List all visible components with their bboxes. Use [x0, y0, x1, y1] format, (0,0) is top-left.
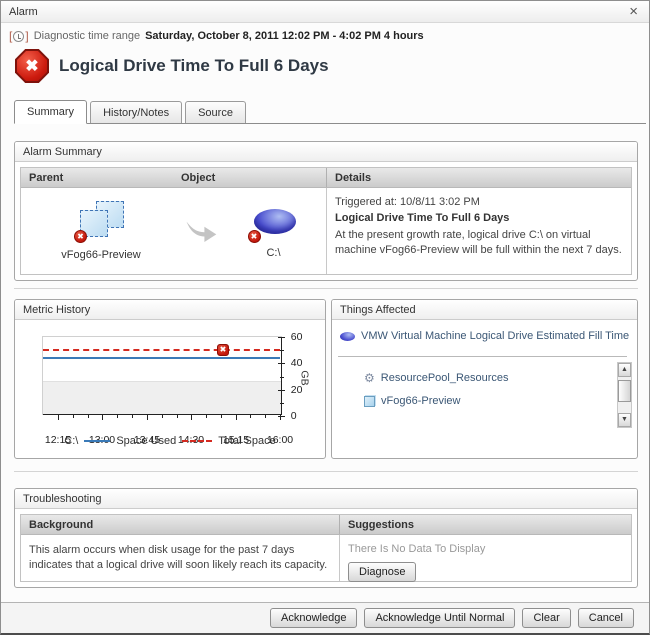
y-axis-unit-label: GB [299, 370, 311, 385]
chart-legend: C:\ Space Used Total Space [15, 435, 325, 447]
logical-drive-icon: ✖ [249, 203, 299, 243]
triggered-at-text: Triggered at: 10/8/11 3:02 PM [335, 196, 623, 208]
virtual-machine-preview-icon: ✖ [76, 201, 126, 245]
window-title: Alarm [9, 6, 38, 18]
page-title: Logical Drive Time To Full 6 Days [59, 56, 329, 76]
scroll-down-icon[interactable]: ▼ [618, 413, 631, 427]
alarm-severity-icon: ✖ [15, 49, 49, 83]
tab-source[interactable]: Source [185, 101, 246, 123]
scroll-up-icon[interactable]: ▲ [618, 363, 631, 377]
troubleshooting-table: Background Suggestions This alarm occurs… [20, 514, 632, 582]
title-bar: Alarm × [1, 1, 649, 23]
alarm-dialog: Alarm × Diagnostic time range Saturday, … [0, 0, 650, 635]
alarm-heading: ✖ Logical Drive Time To Full 6 Days [15, 49, 329, 83]
clock-icon [9, 29, 29, 43]
rule-name-text: Logical Drive Time To Full 6 Days [335, 212, 623, 224]
y-tick-label: 60 [291, 331, 303, 343]
tab-history-notes[interactable]: History/Notes [90, 101, 182, 123]
cancel-button[interactable]: Cancel [578, 608, 634, 628]
troubleshooting-header-row: Background Suggestions [21, 515, 631, 535]
things-affected-title: Things Affected [332, 300, 637, 320]
diagnostic-time-range: Diagnostic time range Saturday, October … [9, 29, 424, 43]
section-divider [14, 471, 638, 472]
tab-bar: Summary History/Notes Source [14, 100, 646, 124]
footer-button-bar: Acknowledge Acknowledge Until Normal Cle… [1, 603, 649, 633]
error-badge-icon: ✖ [248, 230, 261, 243]
acknowledge-until-normal-button[interactable]: Acknowledge Until Normal [364, 608, 515, 628]
y-tick-label: 40 [291, 357, 303, 369]
y-tick-label: 20 [291, 384, 303, 396]
resource-pool-icon: ⚙ [364, 372, 375, 384]
legend-metric-prefix: C:\ [64, 435, 78, 447]
object-cell[interactable]: ✖ C:\ [221, 188, 326, 274]
alarm-description-text: At the present growth rate, logical driv… [335, 228, 623, 258]
troubleshooting-panel: Troubleshooting Background Suggestions T… [14, 488, 638, 588]
y-tick-label: 0 [291, 410, 297, 422]
parent-cell[interactable]: ✖ vFog66-Preview [21, 188, 181, 274]
column-header-background: Background [21, 519, 339, 531]
space-used-line-sample [84, 440, 110, 442]
diagnostic-label: Diagnostic time range [34, 30, 140, 42]
alarm-summary-table: Parent Object Details ✖ vFog66-Preview [20, 167, 632, 275]
background-text: This alarm occurs when disk usage for th… [21, 535, 339, 581]
parent-label: vFog66-Preview [61, 249, 140, 261]
parent-to-object-arrow-icon [181, 188, 221, 274]
alarm-marker-icon[interactable]: ✖ [217, 344, 229, 356]
total-space-line [43, 349, 280, 351]
legend-space-used: Space Used [116, 435, 176, 447]
column-header-object: Object [181, 172, 326, 184]
metric-history-chart: 60 40 20 0 ✖ 12:15 13:00 13:45 14:30 15:… [15, 320, 325, 458]
acknowledge-button[interactable]: Acknowledge [270, 608, 357, 628]
total-space-line-sample [182, 440, 212, 442]
chart-plot-area: 60 40 20 0 ✖ 12:15 13:00 13:45 14:30 15:… [42, 336, 282, 415]
close-icon[interactable]: × [626, 5, 641, 19]
metric-history-title: Metric History [15, 300, 325, 320]
logical-drive-icon [340, 332, 355, 341]
legend-total-space: Total Space [218, 435, 275, 447]
column-header-details: Details [326, 168, 631, 187]
alarm-summary-panel: Alarm Summary Parent Object Details ✖ vF… [14, 141, 638, 281]
metric-history-panel: Metric History 60 40 [14, 299, 326, 459]
details-cell: Triggered at: 10/8/11 3:02 PM Logical Dr… [326, 188, 631, 274]
alarm-summary-title: Alarm Summary [15, 142, 637, 162]
diagnose-button[interactable]: Diagnose [348, 562, 416, 582]
root-item-label: VMW Virtual Machine Logical Drive Estima… [361, 330, 629, 342]
scrollbar[interactable]: ▲ ▼ [617, 362, 632, 428]
things-affected-panel: Things Affected VMW Virtual Machine Logi… [331, 299, 638, 459]
alarm-summary-row: ✖ vFog66-Preview ✖ C:\ Triggered at: 10/… [21, 188, 631, 274]
scrollbar-thumb[interactable] [618, 380, 631, 402]
clear-button[interactable]: Clear [522, 608, 570, 628]
list-item-label: vFog66-Preview [381, 395, 460, 407]
list-item-label: ResourcePool_Resources [381, 372, 509, 384]
object-label: C:\ [266, 247, 280, 259]
chart-band [43, 381, 282, 415]
column-header-suggestions: Suggestions [339, 515, 631, 534]
column-header-parent: Parent [21, 172, 181, 184]
suggestions-cell: There Is No Data To Display Diagnose [339, 535, 631, 581]
divider [338, 356, 627, 357]
virtual-machine-icon [364, 396, 375, 407]
list-item-vfog66[interactable]: vFog66-Preview [364, 395, 460, 407]
alarm-summary-header-row: Parent Object Details [21, 168, 631, 188]
diagnostic-value: Saturday, October 8, 2011 12:02 PM - 4:0… [145, 30, 424, 42]
error-badge-icon: ✖ [74, 230, 87, 243]
no-data-text: There Is No Data To Display [348, 543, 623, 555]
tab-summary[interactable]: Summary [14, 100, 87, 124]
things-affected-root-item[interactable]: VMW Virtual Machine Logical Drive Estima… [340, 330, 629, 342]
section-divider [14, 288, 638, 289]
list-item-resourcepool[interactable]: ⚙ ResourcePool_Resources [364, 372, 509, 384]
troubleshooting-title: Troubleshooting [15, 489, 637, 509]
space-used-line [43, 357, 280, 359]
